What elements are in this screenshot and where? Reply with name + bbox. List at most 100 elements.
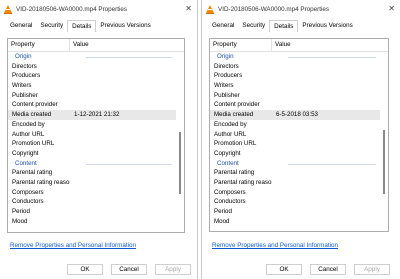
table-row[interactable]: Media created 6-5-2018 03:53 <box>210 110 380 120</box>
property-value <box>272 81 276 91</box>
table-row[interactable]: Conductors <box>210 197 380 207</box>
group-header-content[interactable]: Content <box>8 159 176 169</box>
table-row[interactable]: Parental rating <box>210 168 380 178</box>
property-name: Parental rating <box>12 169 53 177</box>
property-name: Content provider <box>12 101 58 109</box>
table-row[interactable]: Author URL <box>210 130 380 140</box>
property-value <box>272 207 276 217</box>
scrollbar-thumb[interactable] <box>179 132 181 194</box>
table-row[interactable]: Directors <box>8 62 176 72</box>
table-row[interactable]: Encoded by <box>8 120 176 130</box>
property-value <box>70 217 74 227</box>
property-name: Promotion URL <box>214 140 257 148</box>
tab-security[interactable]: Security <box>238 20 269 32</box>
table-row[interactable]: Parental rating <box>8 168 176 178</box>
property-value <box>272 130 276 140</box>
property-value <box>272 188 276 198</box>
group-header-origin[interactable]: Origin <box>210 52 380 62</box>
table-row[interactable]: Content provider <box>8 100 176 110</box>
table-row[interactable]: Publisher <box>8 91 176 101</box>
property-value <box>70 149 74 159</box>
group-label: Content <box>217 159 239 167</box>
property-name: Producers <box>214 72 243 80</box>
column-header-value[interactable]: Value <box>272 39 291 51</box>
tab-previous-versions[interactable]: Previous Versions <box>298 20 356 32</box>
property-name: Producers <box>12 72 41 80</box>
tab-details[interactable]: Details <box>269 20 299 32</box>
cancel-button[interactable]: Cancel <box>310 264 346 275</box>
table-row[interactable]: Parental rating reason <box>8 178 176 188</box>
property-name: Copyright <box>12 149 39 157</box>
tab-details[interactable]: Details <box>67 20 97 32</box>
property-name: Publisher <box>214 91 240 99</box>
table-row[interactable]: Conductors <box>8 197 176 207</box>
property-value <box>70 71 74 81</box>
properties-dialog-left: VID-20180506-WA0000.mp4 Properties ✕ Gener… <box>0 0 198 279</box>
table-row[interactable]: Copyright <box>8 149 176 159</box>
group-label: Origin <box>217 53 234 60</box>
property-name: Mood <box>12 217 28 225</box>
table-row[interactable]: Content provider <box>210 100 380 110</box>
table-row[interactable]: Copyright <box>210 149 380 159</box>
group-header-origin[interactable]: Origin <box>8 52 176 62</box>
tab-previous-versions[interactable]: Previous Versions <box>96 20 154 32</box>
table-row[interactable]: Parental rating reason <box>210 178 380 188</box>
table-row[interactable]: Promotion URL <box>8 139 176 149</box>
table-row[interactable]: Publisher <box>210 91 380 101</box>
property-name: Parental rating reason <box>12 178 70 186</box>
property-name: Conductors <box>214 198 246 206</box>
property-value <box>70 178 74 188</box>
cancel-button[interactable]: Cancel <box>111 264 147 275</box>
property-list: Property Value Origin Directors Producers Wri… <box>7 38 185 233</box>
apply-button[interactable]: Apply <box>354 264 390 275</box>
close-icon[interactable]: ✕ <box>388 4 395 14</box>
property-value <box>70 91 74 101</box>
property-name: Parental rating <box>214 169 255 177</box>
table-row[interactable]: Encoded by <box>210 120 380 130</box>
column-header-property[interactable]: Property <box>210 39 272 51</box>
property-name: Content provider <box>214 101 260 109</box>
ok-button[interactable]: OK <box>266 264 302 275</box>
table-row[interactable]: Composers <box>210 188 380 198</box>
table-row[interactable]: Period <box>8 207 176 217</box>
properties-dialog-right: VID-20180506-WA0000.mp4 Properties ✕ Gener… <box>201 0 400 279</box>
column-header-property[interactable]: Property <box>8 39 70 51</box>
remove-properties-link[interactable]: Remove Properties and Personal Informati… <box>212 242 338 249</box>
property-value <box>70 130 74 140</box>
table-row[interactable]: Media created 1-12-2021 21:32 <box>8 110 176 120</box>
vertical-scrollbar[interactable] <box>176 52 184 232</box>
table-row[interactable]: Mood <box>210 217 380 227</box>
table-row[interactable]: Writers <box>210 81 380 91</box>
tab-general[interactable]: General <box>6 20 36 32</box>
table-row[interactable]: Author URL <box>8 130 176 140</box>
tab-security[interactable]: Security <box>36 20 67 32</box>
table-row[interactable]: Directors <box>210 62 380 72</box>
table-row[interactable]: Producers <box>8 71 176 81</box>
table-row[interactable]: Promotion URL <box>210 139 380 149</box>
group-header-content[interactable]: Content <box>210 159 380 169</box>
property-name: Period <box>12 208 30 215</box>
table-row[interactable]: Period <box>210 207 380 217</box>
tab-general[interactable]: General <box>208 20 238 32</box>
scrollbar-thumb[interactable] <box>383 130 385 194</box>
property-value <box>272 91 276 101</box>
ok-button[interactable]: OK <box>67 264 103 275</box>
title-bar: VID-20180506-WA0000.mp4 Properties ✕ <box>202 0 400 18</box>
property-value <box>272 100 276 110</box>
close-icon[interactable]: ✕ <box>185 4 192 14</box>
property-name: Author URL <box>214 130 247 138</box>
table-row[interactable]: Producers <box>210 71 380 81</box>
column-header-value[interactable]: Value <box>70 39 89 51</box>
property-name: Author URL <box>12 130 45 138</box>
remove-properties-link[interactable]: Remove Properties and Personal Informati… <box>10 242 136 249</box>
table-row[interactable]: Mood <box>8 217 176 227</box>
property-name: Copyright <box>214 149 241 157</box>
table-row[interactable]: Composers <box>8 188 176 198</box>
vertical-scrollbar[interactable] <box>380 52 388 231</box>
property-name: Media created <box>12 111 52 119</box>
vlc-cone-base <box>206 12 214 14</box>
property-list: Property Value Origin Directors Producers Wri… <box>209 38 389 232</box>
apply-button[interactable]: Apply <box>155 264 191 275</box>
property-name: Directors <box>12 62 37 70</box>
table-row[interactable]: Writers <box>8 81 176 91</box>
